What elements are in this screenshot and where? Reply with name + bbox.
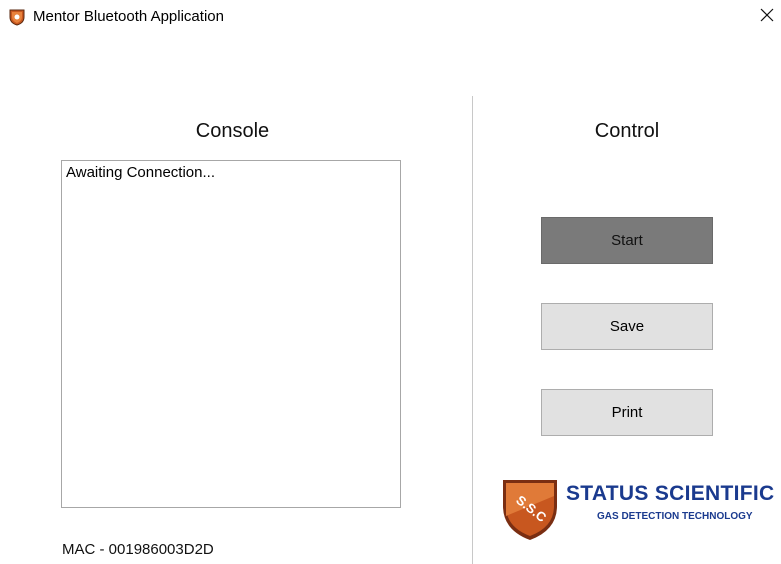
control-heading: Control	[594, 120, 660, 142]
logo-tagline: GAS DETECTION TECHNOLOGY	[597, 511, 753, 522]
mac-address-label: MAC - 001986003D2D	[62, 541, 214, 558]
section-divider	[472, 96, 473, 564]
app-shield-icon	[8, 8, 26, 26]
app-window: Mentor Bluetooth Application Console Awa…	[0, 0, 781, 564]
close-button[interactable]	[752, 0, 781, 34]
save-button[interactable]: Save	[541, 303, 713, 350]
window-title: Mentor Bluetooth Application	[33, 8, 224, 25]
status-scientific-logo: S.S.C STATUS SCIENTIFIC GAS DETECTION TE…	[500, 476, 774, 542]
console-textbox[interactable]: Awaiting Connection...	[61, 160, 401, 508]
title-bar: Mentor Bluetooth Application	[0, 0, 781, 34]
print-button[interactable]: Print	[541, 389, 713, 436]
close-icon	[760, 8, 774, 27]
start-button[interactable]: Start	[541, 217, 713, 264]
ssc-shield-icon: S.S.C	[503, 480, 557, 540]
console-heading: Console	[195, 120, 270, 142]
logo-company-name: STATUS SCIENTIFIC	[566, 482, 775, 505]
